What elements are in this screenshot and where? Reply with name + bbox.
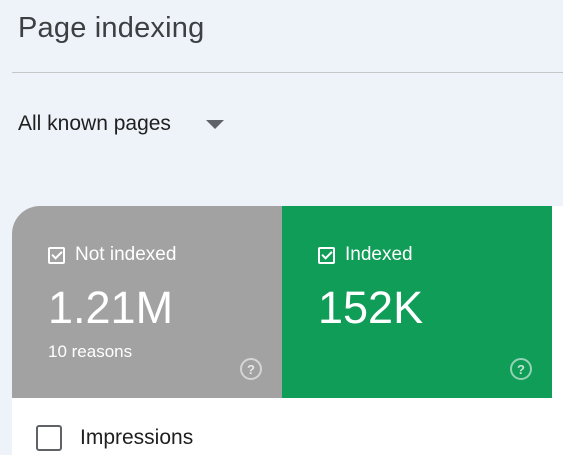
pages-filter-label: All known pages	[18, 112, 171, 135]
page-title: Page indexing	[18, 12, 205, 44]
not-indexed-count: 1.21M	[48, 282, 174, 333]
caret-down-icon	[205, 119, 224, 129]
impressions-toggle[interactable]: Impressions	[36, 425, 193, 451]
indexed-checkbox[interactable]	[318, 246, 335, 264]
help-icon[interactable]: ?	[240, 358, 262, 380]
not-indexed-card[interactable]: Not indexed 1.21M 10 reasons ?	[12, 206, 282, 398]
indexed-label: Indexed	[345, 244, 413, 265]
not-indexed-reasons: 10 reasons	[48, 342, 133, 361]
not-indexed-checkbox[interactable]	[48, 246, 65, 264]
indexed-header: Indexed	[318, 244, 413, 266]
indexed-card[interactable]: Indexed 152K ?	[282, 206, 552, 398]
pages-filter-dropdown[interactable]: All known pages	[18, 110, 224, 138]
not-indexed-label: Not indexed	[75, 244, 177, 265]
not-indexed-header: Not indexed	[48, 244, 176, 266]
impressions-checkbox[interactable]	[36, 425, 62, 451]
indexing-summary-panel: Not indexed 1.21M 10 reasons ? Indexed 1…	[12, 206, 563, 455]
impressions-label: Impressions	[80, 426, 194, 449]
header-divider	[12, 72, 563, 73]
help-icon[interactable]: ?	[510, 358, 532, 380]
indexed-count: 152K	[318, 282, 424, 333]
